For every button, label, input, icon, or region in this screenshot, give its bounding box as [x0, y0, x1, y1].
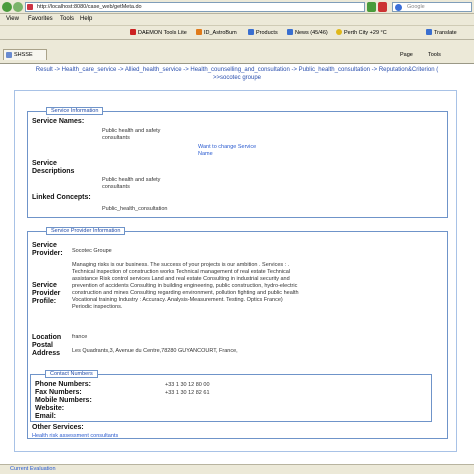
back-button[interactable]	[2, 2, 12, 12]
breadcrumb-current[interactable]: >>socotec groupe	[0, 74, 474, 82]
toolbar-news[interactable]: News (45/46)	[287, 29, 328, 36]
location-label: Location	[32, 334, 62, 341]
page-menu[interactable]: Page	[400, 52, 413, 58]
menu-tools[interactable]: Tools	[60, 16, 74, 22]
other-services-label: Other Services:	[32, 424, 84, 431]
toolbar-daemon[interactable]: DAEMON Tools Lite	[130, 29, 187, 36]
postal-address-label: Postal Address	[32, 342, 61, 357]
provider-info-section: Service Provider Information Service Pro…	[27, 227, 448, 440]
refresh-button[interactable]	[367, 2, 376, 12]
stop-button[interactable]	[378, 2, 387, 12]
fax-numbers-label: Fax Numbers:	[35, 389, 82, 396]
address-bar[interactable]: http://localhost:8080/case_web/getMeta.d…	[25, 2, 365, 12]
menu-favorites[interactable]: Favorites	[28, 16, 53, 22]
current-evaluation-link[interactable]: Current Evaluation	[10, 466, 56, 472]
toolbar-astroburn[interactable]: ID_AstroBum	[196, 29, 237, 36]
phone-numbers-label: Phone Numbers:	[35, 381, 92, 388]
sun-icon	[336, 29, 342, 35]
mobile-numbers-label: Mobile Numbers:	[35, 397, 92, 404]
links-toolbar: DAEMON Tools Lite ID_AstroBum Products N…	[0, 26, 474, 40]
tab-bar: SHSSE Page Tools	[0, 40, 474, 64]
breadcrumb-path[interactable]: Result -> Health_care_service -> Allied_…	[0, 66, 474, 74]
change-service-name-link[interactable]: Want to change Service Name	[198, 144, 268, 158]
service-descriptions-value: Public health and safety consultants	[102, 177, 161, 190]
email-label: Email:	[35, 413, 57, 420]
service-info-section: Service Information Service Names: Publi…	[27, 107, 448, 218]
service-names-value: Public health and safety consultants	[102, 128, 161, 141]
postal-address-value: Les Quadrants,3, Avenue du Centre,78280 …	[72, 348, 238, 354]
provider-info-legend: Service Provider Information	[46, 227, 126, 235]
provider-profile-value: Managing risks is our business. The succ…	[72, 262, 299, 310]
products-icon	[248, 29, 254, 35]
toolbar-products[interactable]: Products	[248, 29, 278, 36]
linked-concepts-value: Public_health_consultation	[102, 206, 168, 212]
menu-bar: View Favorites Tools Help	[0, 14, 474, 26]
page-icon	[6, 52, 12, 58]
contact-numbers-section: Contact Numbers Phone Numbers: +33 1 30 …	[30, 370, 432, 422]
status-bar: Current Evaluation	[0, 464, 474, 474]
service-info-legend: Service Information	[46, 107, 104, 115]
google-icon	[395, 4, 402, 11]
news-icon	[287, 29, 293, 35]
toolbar-weather[interactable]: Perth City +29 °C	[336, 29, 387, 36]
fax-numbers-value: +33 1 30 12 82 61	[165, 390, 210, 396]
service-descriptions-label: Service Descriptions	[32, 160, 75, 175]
menu-help[interactable]: Help	[80, 16, 92, 22]
location-value: france	[72, 334, 88, 340]
daemon-icon	[130, 29, 136, 35]
service-provider-value: Socotec Groupe	[72, 248, 112, 254]
service-provider-label: Service Provider:	[32, 242, 63, 257]
other-service-link[interactable]: Health risk assessment consultants	[32, 433, 118, 440]
content-panel: Service Information Service Names: Publi…	[14, 90, 457, 452]
tab-shsse[interactable]: SHSSE	[3, 49, 47, 60]
address-toolbar: http://localhost:8080/case_web/getMeta.d…	[0, 0, 474, 14]
linked-concepts-label: Linked Concepts:	[32, 194, 91, 201]
page-icon	[27, 4, 33, 10]
website-label: Website:	[35, 405, 65, 412]
search-input[interactable]: Google	[392, 2, 472, 12]
phone-numbers-value: +33 1 30 12 80 00	[165, 382, 210, 388]
service-names-label: Service Names:	[32, 118, 85, 125]
forward-button[interactable]	[13, 2, 23, 12]
provider-profile-label: Service Provider Profile:	[32, 282, 61, 305]
toolbar-translate[interactable]: Translate	[426, 29, 457, 36]
contact-numbers-legend: Contact Numbers	[45, 370, 98, 378]
tools-menu[interactable]: Tools	[428, 52, 441, 58]
translate-icon	[426, 29, 432, 35]
menu-view[interactable]: View	[6, 16, 19, 22]
breadcrumb: Result -> Health_care_service -> Allied_…	[0, 66, 474, 82]
astroburn-icon	[196, 29, 202, 35]
